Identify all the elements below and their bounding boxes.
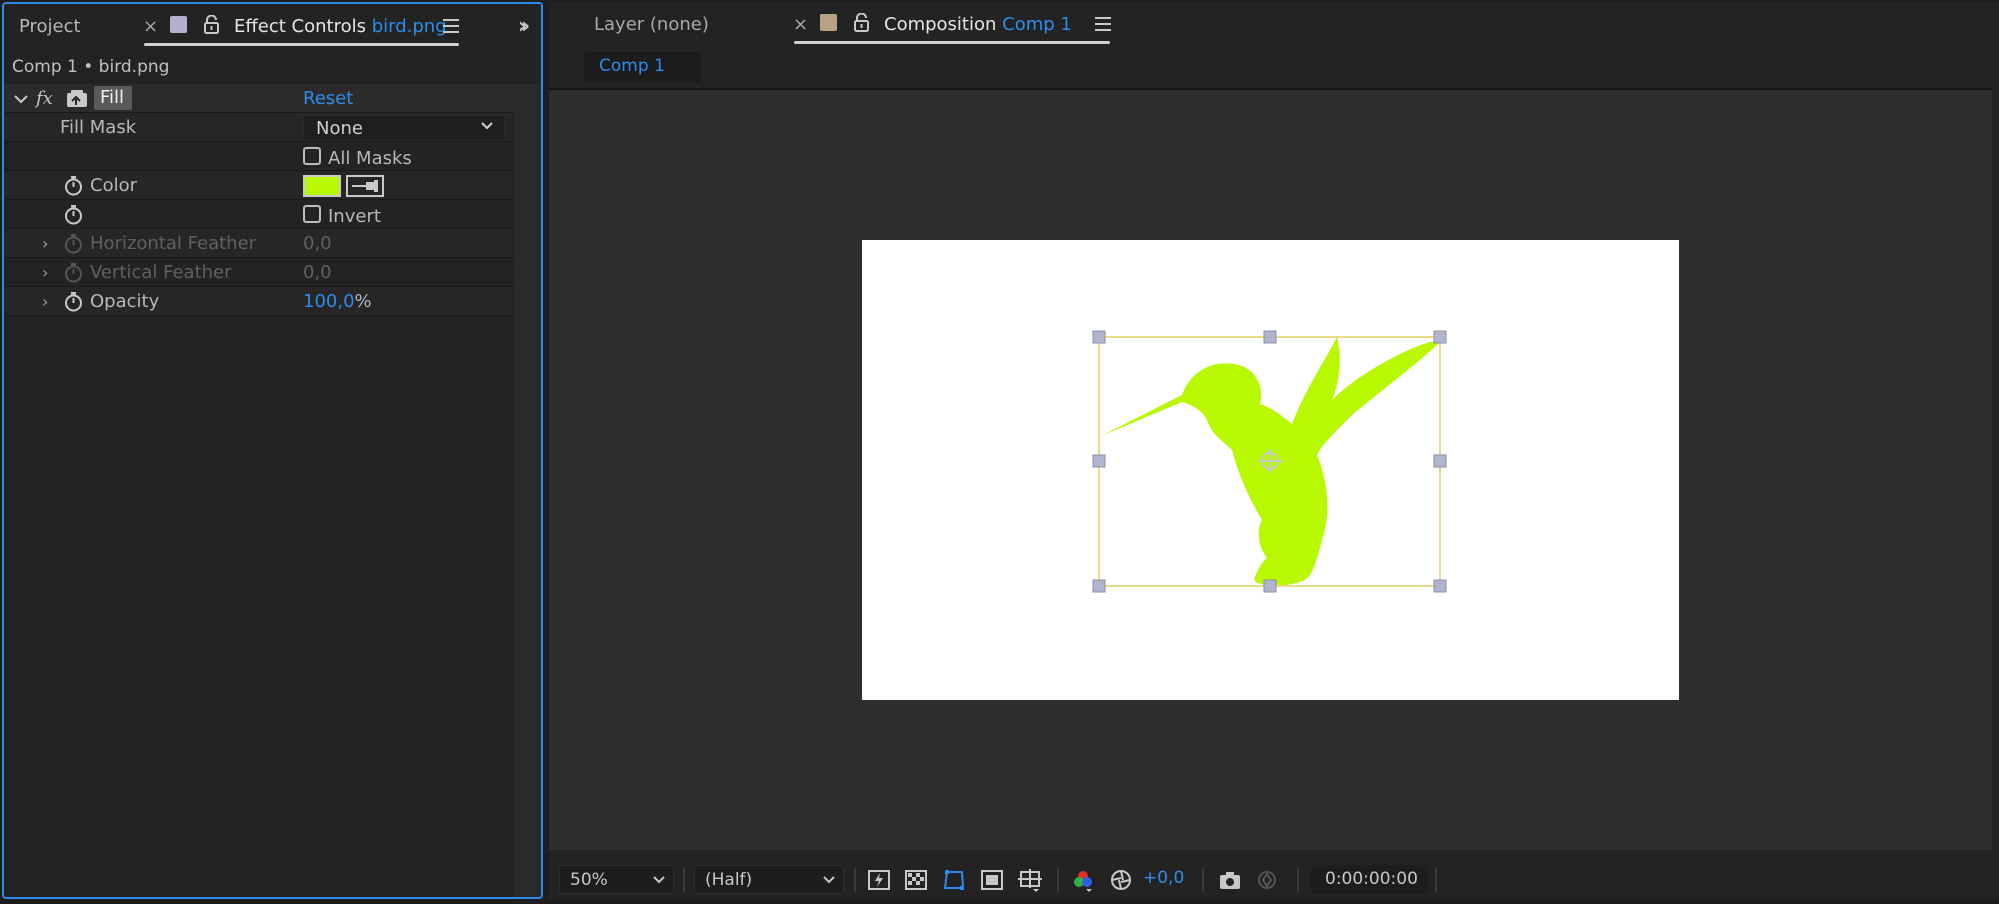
toolbar-separator bbox=[1435, 868, 1437, 892]
fx-icon[interactable]: fx bbox=[36, 88, 53, 109]
tab-project[interactable]: Project bbox=[19, 16, 81, 37]
viewer-bottom-toolbar: 50% (Half) +0,0 0:00:00:00 bbox=[549, 860, 1999, 899]
close-icon[interactable]: × bbox=[143, 16, 158, 37]
chevron-right-icon[interactable]: › bbox=[42, 234, 48, 253]
invert-checkbox[interactable] bbox=[303, 205, 321, 223]
opacity-value-group: 100,0% bbox=[303, 291, 372, 312]
vertical-feather-row: › Vertical Feather 0,0 bbox=[4, 258, 514, 287]
bird-layer[interactable] bbox=[862, 240, 1679, 700]
timecode: 0:00:00:00 bbox=[1325, 869, 1418, 889]
toolbar-separator bbox=[1057, 868, 1059, 892]
horizontal-feather-value: 0,0 bbox=[303, 233, 332, 254]
zoom-value: 50% bbox=[570, 870, 608, 890]
stopwatch-icon[interactable] bbox=[64, 205, 83, 225]
fill-mask-value: None bbox=[316, 118, 363, 139]
reset-button[interactable]: Reset bbox=[303, 88, 353, 109]
fast-previews-icon[interactable] bbox=[867, 868, 891, 892]
resolution-value: (Half) bbox=[705, 870, 753, 890]
guides-icon[interactable] bbox=[1018, 868, 1042, 892]
chevron-down-icon bbox=[653, 876, 665, 884]
all-masks-label: All Masks bbox=[328, 148, 412, 169]
opacity-unit: % bbox=[354, 291, 372, 312]
color-row: Color bbox=[4, 171, 514, 200]
tab-composition-name: Comp 1 bbox=[1002, 14, 1072, 35]
mask-path-icon[interactable] bbox=[942, 868, 966, 892]
left-tab-bar: Project × Effect Controls bird.png ›› bbox=[4, 4, 541, 50]
fill-mask-dropdown[interactable]: None bbox=[303, 115, 505, 141]
chevron-right-icon[interactable]: › bbox=[42, 263, 48, 282]
tab-effect-controls-file: bird.png bbox=[371, 16, 447, 37]
active-tab-underline bbox=[794, 41, 1110, 44]
effect-header-row[interactable]: fx Fill Reset bbox=[4, 84, 514, 113]
show-snapshot-icon[interactable] bbox=[1255, 868, 1279, 892]
active-tab-underline bbox=[144, 43, 459, 46]
chevron-down-icon bbox=[481, 122, 493, 130]
opacity-value[interactable]: 100,0 bbox=[303, 291, 355, 312]
comp-subtab-label: Comp 1 bbox=[599, 56, 665, 76]
color-swatch[interactable] bbox=[303, 175, 341, 197]
all-masks-row: All Masks bbox=[4, 142, 514, 171]
comp-subtab[interactable]: Comp 1 bbox=[584, 52, 701, 82]
label-color-swatch[interactable] bbox=[170, 16, 187, 33]
fill-mask-label: Fill Mask bbox=[60, 117, 137, 138]
lock-icon[interactable] bbox=[853, 13, 870, 33]
toolbar-separator bbox=[854, 868, 856, 892]
close-icon[interactable]: × bbox=[793, 14, 808, 35]
horizontal-feather-label: Horizontal Feather bbox=[90, 233, 257, 254]
double-chevron-icon[interactable]: ›› bbox=[518, 14, 530, 39]
color-label: Color bbox=[90, 175, 137, 196]
chevron-down-icon[interactable] bbox=[14, 94, 28, 104]
toolbar-separator bbox=[1297, 868, 1299, 892]
current-time-display[interactable]: 0:00:00:00 bbox=[1311, 865, 1428, 894]
toolbar-separator bbox=[683, 868, 685, 892]
invert-row: Invert bbox=[4, 200, 514, 229]
opacity-label: Opacity bbox=[90, 291, 160, 312]
breadcrumb: Comp 1 • bird.png bbox=[12, 57, 170, 77]
tab-layer[interactable]: Layer (none) bbox=[594, 14, 709, 35]
effect-name[interactable]: Fill bbox=[100, 87, 124, 108]
fill-mask-row: Fill Mask None bbox=[4, 113, 514, 142]
color-management-icon[interactable] bbox=[1109, 868, 1133, 892]
transparency-grid-icon[interactable] bbox=[904, 868, 928, 892]
snapshot-icon[interactable] bbox=[1218, 868, 1242, 892]
exposure-value[interactable]: +0,0 bbox=[1143, 868, 1184, 888]
tab-effect-controls-label: Effect Controls bbox=[234, 16, 366, 37]
effect-controls-panel: Project × Effect Controls bird.png ›› Co… bbox=[2, 2, 543, 899]
stopwatch-icon[interactable] bbox=[64, 292, 83, 312]
tab-composition[interactable]: Composition Comp 1 bbox=[884, 14, 1072, 35]
opacity-row: › Opacity 100,0% bbox=[4, 287, 514, 316]
all-masks-checkbox[interactable] bbox=[303, 147, 321, 165]
vertical-feather-value: 0,0 bbox=[303, 262, 332, 283]
tab-composition-label: Composition bbox=[884, 14, 997, 35]
chevron-down-icon bbox=[823, 876, 835, 884]
label-color-swatch[interactable] bbox=[820, 14, 837, 31]
effect-toggle-icon[interactable] bbox=[66, 90, 88, 108]
invert-label: Invert bbox=[328, 206, 381, 227]
panel-menu-icon[interactable] bbox=[1095, 17, 1111, 31]
lock-icon[interactable] bbox=[203, 15, 220, 35]
tab-effect-controls[interactable]: Effect Controls bird.png bbox=[234, 16, 447, 37]
channel-icon[interactable] bbox=[1071, 868, 1095, 892]
horizontal-feather-row: › Horizontal Feather 0,0 bbox=[4, 229, 514, 258]
composition-frame[interactable] bbox=[862, 240, 1679, 700]
vertical-feather-label: Vertical Feather bbox=[90, 262, 232, 283]
stopwatch-icon bbox=[65, 234, 82, 254]
eyedropper-icon[interactable] bbox=[346, 175, 384, 197]
stopwatch-icon[interactable] bbox=[64, 176, 83, 196]
stopwatch-icon bbox=[65, 263, 82, 283]
zoom-dropdown[interactable]: 50% bbox=[559, 865, 674, 894]
chevron-right-icon[interactable]: › bbox=[42, 292, 48, 311]
scrollbar[interactable] bbox=[514, 84, 541, 897]
composition-panel: Layer (none) × Composition Comp 1 Comp 1 bbox=[549, 2, 1999, 899]
region-of-interest-icon[interactable] bbox=[980, 868, 1004, 892]
resolution-dropdown[interactable]: (Half) bbox=[694, 865, 844, 894]
panel-menu-icon[interactable] bbox=[443, 19, 459, 33]
toolbar-separator bbox=[1202, 868, 1204, 892]
